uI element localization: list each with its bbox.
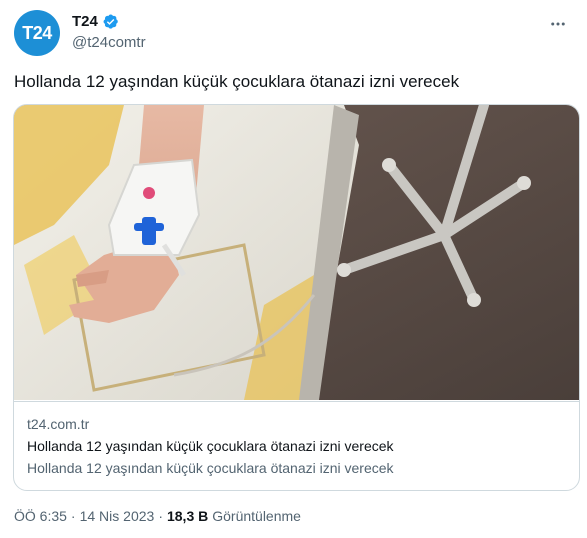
tweet-header: T24 T24 @t24comtr [14,10,574,56]
tweet-footer: ÖÖ 6:35 · 14 Nis 2023 · 18,3 B Görüntüle… [14,508,301,524]
link-preview-card[interactable]: t24.com.tr Hollanda 12 yaşından küçük ço… [13,104,580,491]
name-row: T24 [72,13,119,30]
verified-badge-icon [103,14,118,29]
more-dots-glyph [551,22,565,26]
card-title: Hollanda 12 yaşından küçük çocuklara öta… [27,438,394,454]
avatar-logo-text: T24 [22,22,52,43]
views-label: Görüntülenme [212,508,301,524]
footer-separator: · [158,508,163,524]
tweet-date[interactable]: 14 Nis 2023 [80,508,155,524]
avatar[interactable]: T24 [14,10,60,56]
card-image[interactable] [14,105,579,400]
views-count: 18,3 B [166,508,209,524]
card-meta[interactable]: t24.com.tr Hollanda 12 yaşından küçük ço… [14,401,579,490]
card-domain: t24.com.tr [27,416,90,432]
more-options-icon[interactable] [546,14,570,34]
user-handle[interactable]: @t24comtr [72,34,146,51]
display-name[interactable]: T24 [72,13,98,30]
footer-separator: · [70,508,76,524]
card-description: Hollanda 12 yaşından küçük çocuklara öta… [27,460,394,476]
tweet-text: Hollanda 12 yaşından küçük çocuklara öta… [14,72,460,91]
tweet-time[interactable]: ÖÖ 6:35 [14,508,67,524]
